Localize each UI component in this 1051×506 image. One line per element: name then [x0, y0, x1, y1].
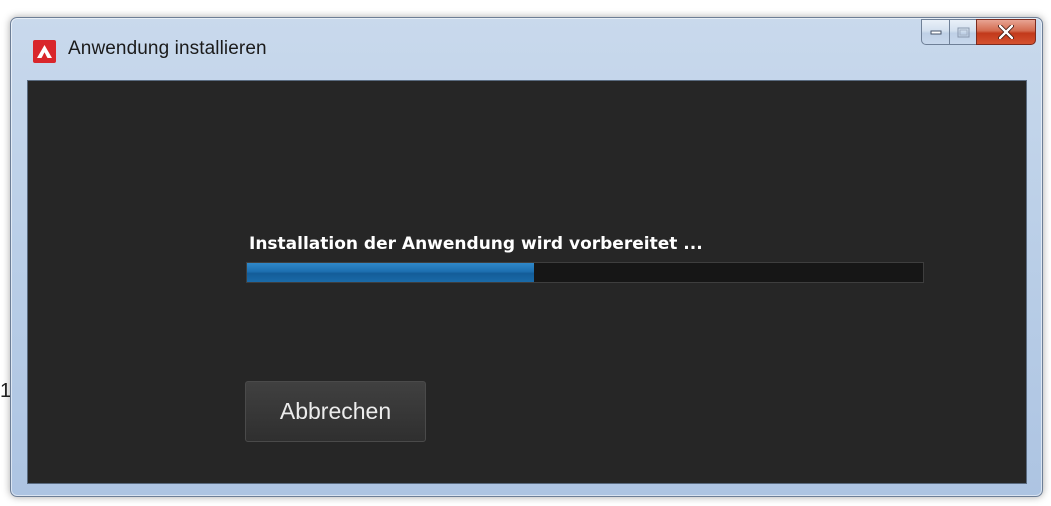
title-bar[interactable]: Anwendung installieren: [11, 18, 1042, 78]
minimize-button[interactable]: [921, 19, 949, 45]
cancel-button[interactable]: Abbrechen: [245, 381, 426, 442]
installer-content: Installation der Anwendung wird vorberei…: [27, 80, 1027, 484]
desktop: 1 Anwendung installieren Installation de…: [0, 0, 1051, 506]
maximize-icon: [957, 27, 969, 37]
window-title: Anwendung installieren: [68, 38, 267, 59]
status-text: Installation der Anwendung wird vorberei…: [249, 234, 703, 254]
maximize-button[interactable]: [949, 19, 976, 45]
caption-buttons: [921, 19, 1036, 45]
adobe-air-icon[interactable]: [33, 40, 56, 63]
installer-window: Anwendung installieren Installation der …: [10, 17, 1043, 497]
close-button[interactable]: [976, 19, 1036, 45]
progress-bar: [246, 262, 924, 283]
minimize-icon: [930, 30, 941, 35]
close-icon: [998, 25, 1014, 39]
progress-fill: [247, 263, 535, 282]
